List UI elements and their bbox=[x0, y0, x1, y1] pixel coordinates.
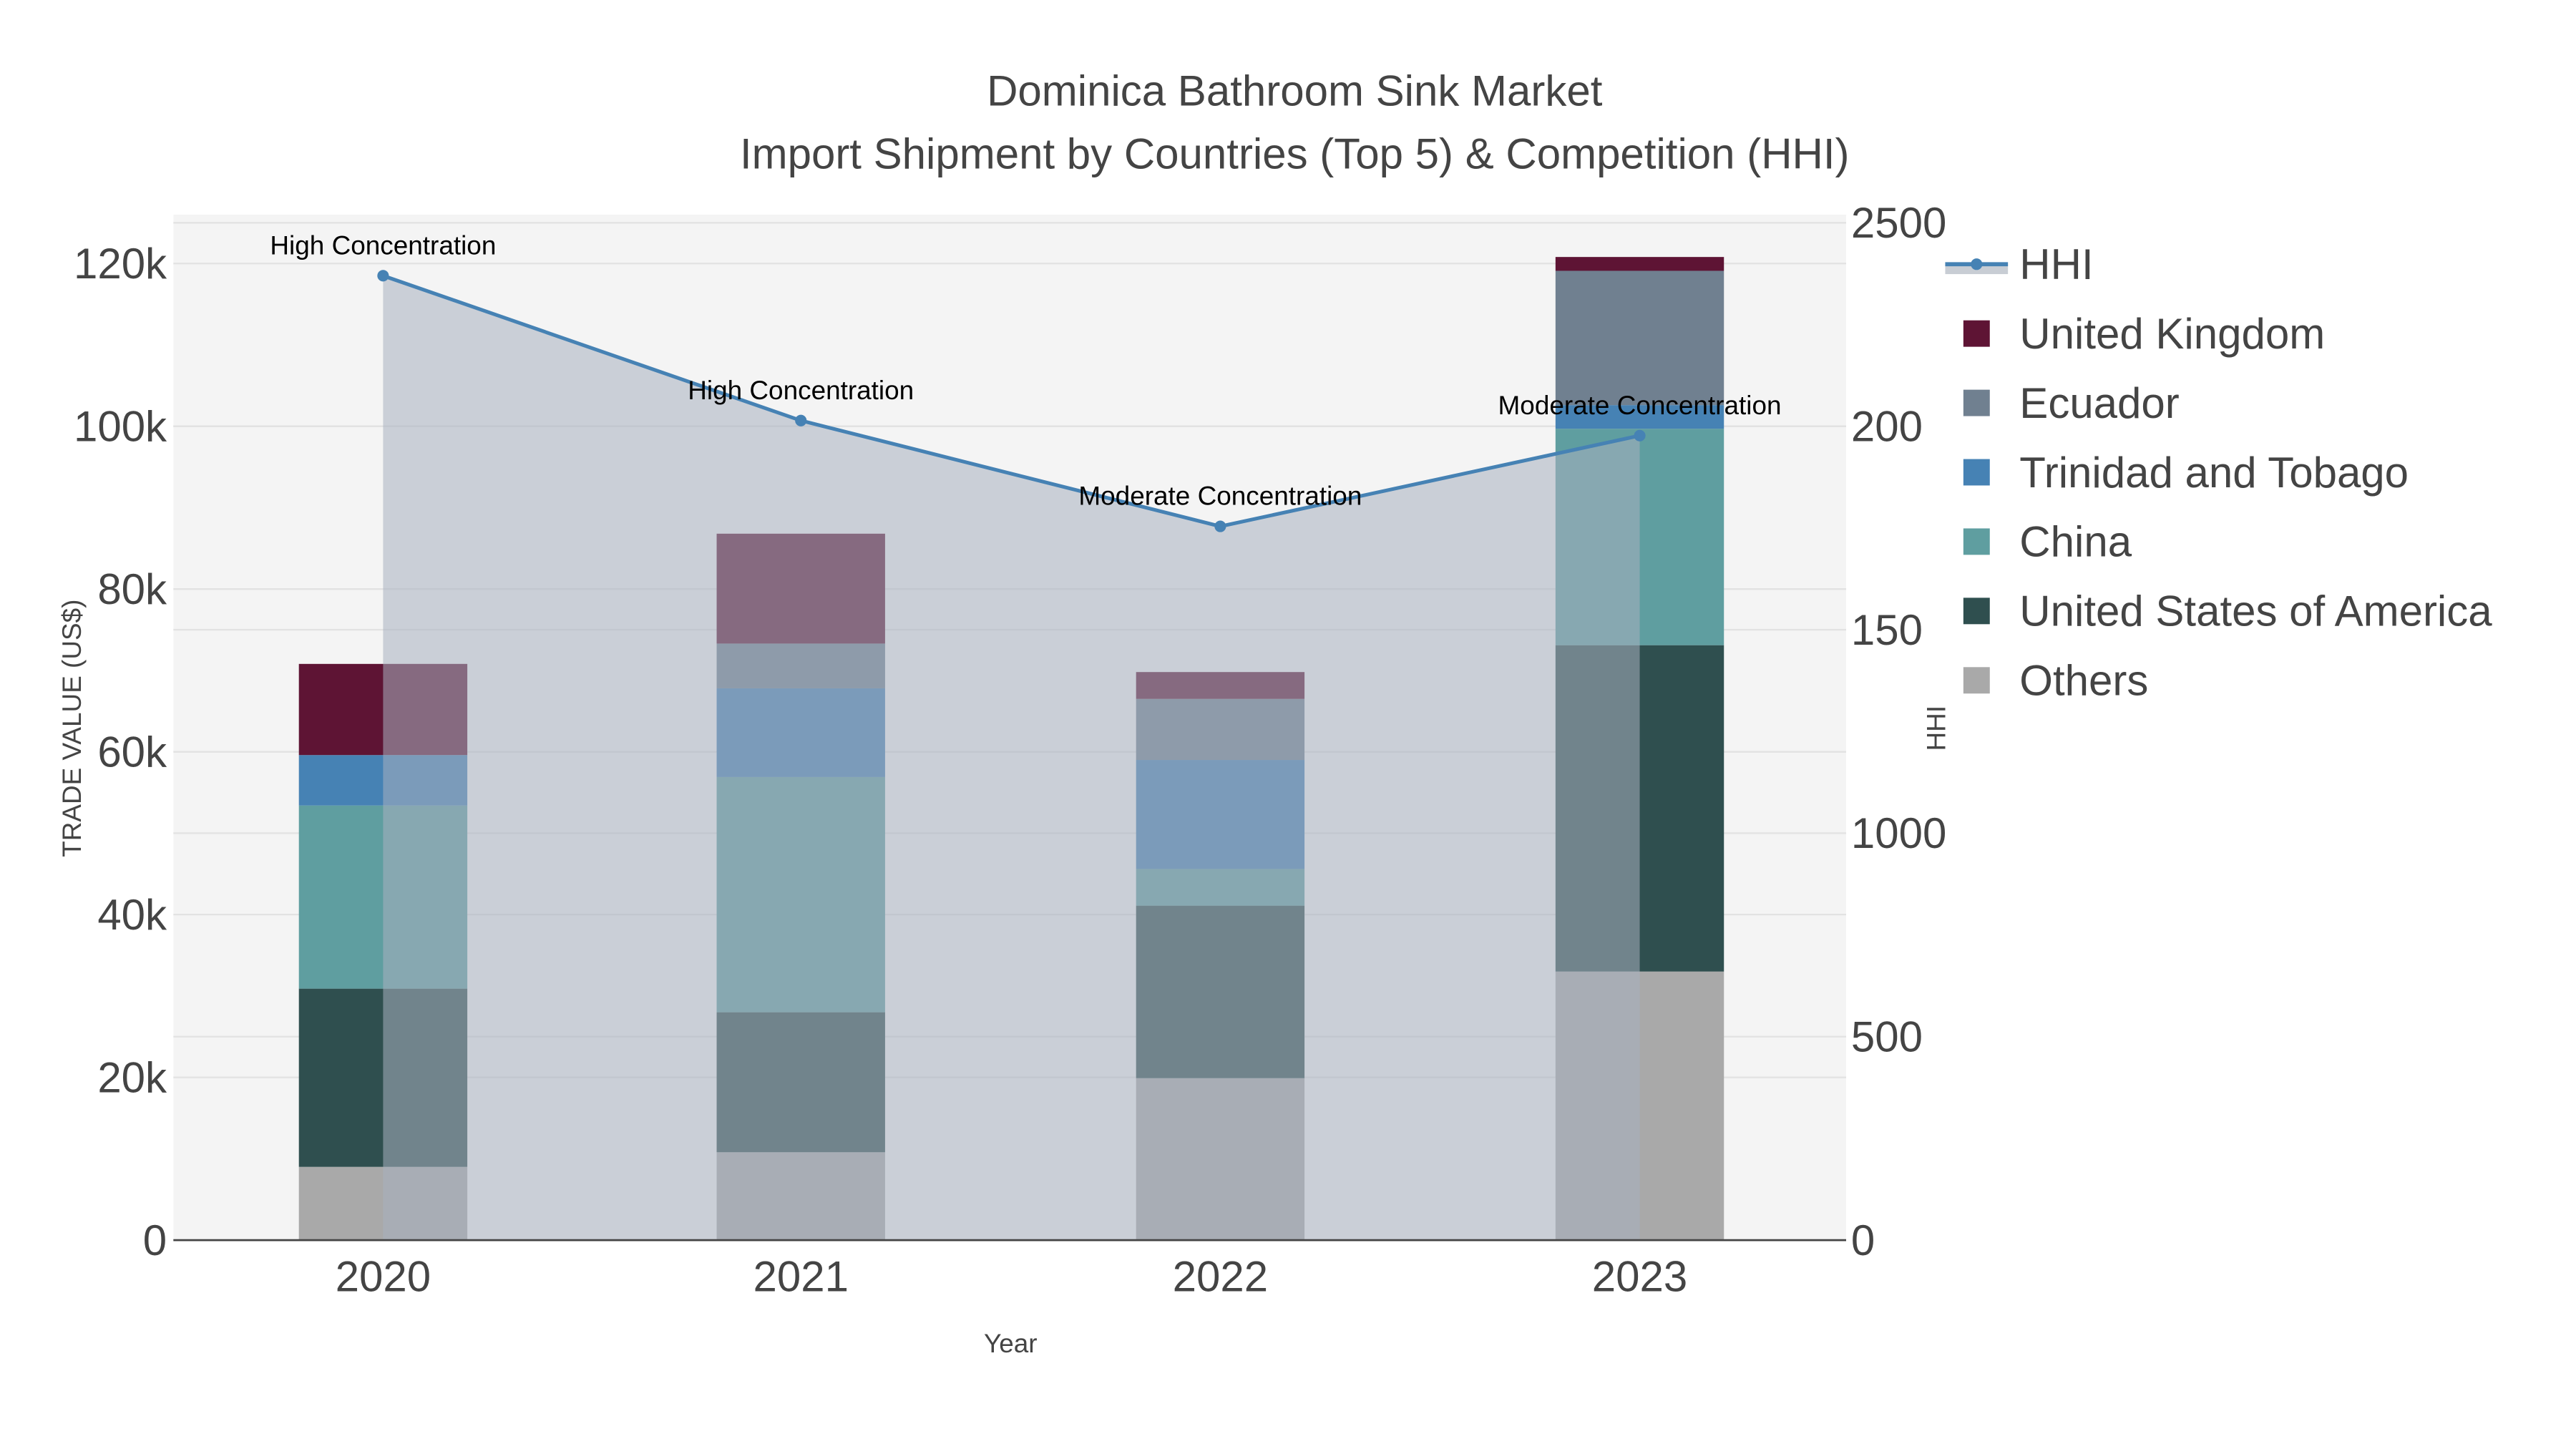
y2-tick-label: 200 bbox=[1851, 402, 1923, 450]
y-tick-label: 120k bbox=[74, 240, 167, 288]
legend-swatch bbox=[1963, 597, 1990, 625]
chart-title: Dominica Bathroom Sink Market bbox=[987, 67, 1603, 115]
chart: Dominica Bathroom Sink Market Import Shi… bbox=[57, 67, 2492, 1358]
y-tick-label: 20k bbox=[97, 1053, 167, 1101]
hhi-annotation: Moderate Concentration bbox=[1078, 482, 1362, 511]
legend-swatch bbox=[1963, 459, 1990, 486]
hhi-annotation: High Concentration bbox=[688, 376, 914, 405]
legend-swatch-hhi-marker bbox=[1971, 258, 1983, 270]
legend-swatch bbox=[1963, 389, 1990, 416]
x-tick-label: 2023 bbox=[1592, 1253, 1687, 1301]
bar-united-kingdom bbox=[1555, 257, 1724, 271]
y2-tick-label: 150 bbox=[1851, 606, 1923, 654]
legend-label: United Kingdom bbox=[2019, 310, 2325, 358]
hhi-point bbox=[1634, 429, 1646, 441]
y2-tick-label: 1000 bbox=[1851, 809, 1946, 857]
legend-label: Trinidad and Tobago bbox=[2019, 449, 2409, 497]
y-tick-label: 60k bbox=[97, 728, 167, 776]
y2-axis-title: HHI bbox=[1921, 706, 1951, 751]
y2-tick-label: 0 bbox=[1851, 1216, 1875, 1264]
y-tick-label: 100k bbox=[74, 402, 167, 450]
x-tick-label: 2020 bbox=[336, 1253, 431, 1301]
y2-tick-label: 500 bbox=[1851, 1013, 1923, 1061]
y2-tick-label: 2500 bbox=[1851, 199, 1946, 247]
legend-swatch bbox=[1963, 320, 1990, 347]
legend-swatch bbox=[1963, 528, 1990, 555]
legend-label: Others bbox=[2019, 657, 2148, 705]
hhi-point bbox=[377, 270, 389, 282]
legend-label: China bbox=[2019, 518, 2132, 566]
x-tick-label: 2022 bbox=[1173, 1253, 1268, 1301]
hhi-annotation: Moderate Concentration bbox=[1498, 391, 1782, 420]
legend-label: Ecuador bbox=[2019, 379, 2179, 427]
bar-ecuador bbox=[1555, 270, 1724, 406]
y-axis-title: TRADE VALUE (US$) bbox=[57, 600, 87, 857]
x-axis-title: Year bbox=[984, 1329, 1038, 1358]
hhi-point bbox=[795, 414, 807, 426]
x-tick-label: 2021 bbox=[753, 1253, 848, 1301]
hhi-annotation: High Concentration bbox=[270, 230, 496, 260]
legend-swatch bbox=[1963, 667, 1990, 694]
y-tick-label: 0 bbox=[143, 1216, 167, 1264]
legend-label: United States of America bbox=[2019, 587, 2492, 635]
y-tick-label: 80k bbox=[97, 565, 167, 613]
chart-subtitle: Import Shipment by Countries (Top 5) & C… bbox=[740, 130, 1850, 177]
legend-label: HHI bbox=[2019, 240, 2093, 288]
hhi-point bbox=[1214, 520, 1226, 532]
y-tick-label: 40k bbox=[97, 891, 167, 939]
